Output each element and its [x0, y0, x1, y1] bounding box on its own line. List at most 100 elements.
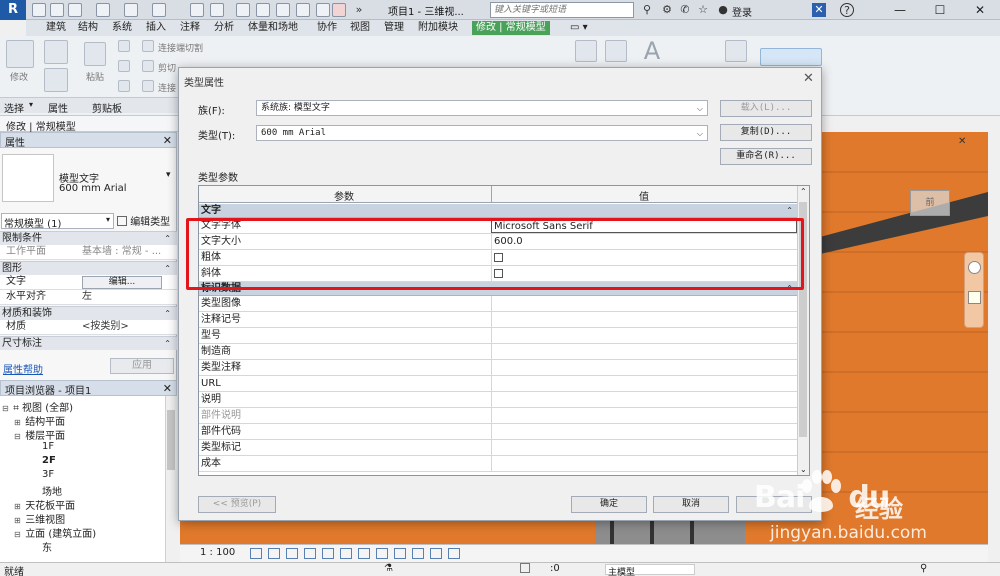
- show-icon[interactable]: [605, 40, 627, 62]
- sun-path-icon[interactable]: [286, 548, 298, 559]
- panel-select-dropdown-icon[interactable]: ▾: [29, 100, 33, 109]
- panel-select-label[interactable]: 选择: [4, 100, 24, 115]
- maximize-button[interactable]: ☐: [920, 0, 960, 20]
- qat-overflow-icon[interactable]: »: [352, 3, 366, 17]
- print-icon[interactable]: [152, 3, 166, 17]
- tree-item-3d-views[interactable]: ⊞ 三维视图: [14, 511, 65, 526]
- connect-cut-label[interactable]: 连接端切割: [158, 41, 203, 54]
- close-icon[interactable]: ✕: [803, 71, 814, 86]
- param-value[interactable]: [491, 360, 797, 375]
- expand-toggle-icon[interactable]: ⊞: [14, 418, 22, 427]
- cut-label[interactable]: 剪切: [158, 61, 176, 74]
- copy-icon[interactable]: [118, 60, 130, 72]
- collapse-icon[interactable]: ⌃: [164, 337, 171, 351]
- view-cube-tool-icon[interactable]: [575, 40, 597, 62]
- tab-architecture[interactable]: 建筑: [42, 21, 70, 35]
- close-window-button[interactable]: ✕: [960, 0, 1000, 20]
- collapse-toggle-icon[interactable]: ⊟: [14, 432, 22, 441]
- param-value[interactable]: [491, 392, 797, 407]
- filter-icon[interactable]: ⚲: [920, 563, 927, 574]
- undo-icon[interactable]: [96, 3, 110, 17]
- collapse-toggle-icon[interactable]: ⊟: [2, 404, 10, 413]
- render-icon[interactable]: [322, 548, 334, 559]
- section-text[interactable]: 文字 ⌃: [199, 204, 797, 218]
- favorites-star-icon[interactable]: ☆: [696, 3, 710, 17]
- tab-massing-site[interactable]: 体量和场地: [244, 21, 302, 35]
- tab-view[interactable]: 视图: [346, 21, 374, 35]
- edit-text-button[interactable]: 编辑...: [82, 276, 162, 289]
- binoculars-icon[interactable]: ⚲: [640, 3, 654, 17]
- minimize-button[interactable]: —: [880, 0, 920, 20]
- param-value[interactable]: [491, 344, 797, 359]
- param-value[interactable]: [491, 424, 797, 439]
- tab-systems[interactable]: 系统: [108, 21, 136, 35]
- param-row-url[interactable]: URL: [199, 376, 797, 392]
- view-cube[interactable]: 前: [910, 190, 950, 216]
- collapse-icon[interactable]: ⌃: [164, 307, 171, 321]
- param-value[interactable]: [491, 296, 797, 311]
- preview-button[interactable]: << 预览(P): [198, 496, 276, 513]
- tab-modify-generic-model[interactable]: 修改 | 常规模型: [472, 21, 550, 35]
- param-row-cost[interactable]: 成本: [199, 456, 797, 472]
- modify-arrow-icon[interactable]: [6, 40, 34, 68]
- tab-addins[interactable]: 附加模块: [414, 21, 462, 35]
- collapse-toggle-icon[interactable]: ⊟: [14, 530, 22, 539]
- cut-scissors-icon[interactable]: [118, 40, 130, 52]
- measure-icon[interactable]: [190, 3, 204, 17]
- type-selector-dropdown-icon[interactable]: ▾: [166, 170, 171, 180]
- row-material[interactable]: 材质 <按类别>: [0, 320, 177, 335]
- join-label[interactable]: 连接: [158, 81, 176, 94]
- detail-level-icon[interactable]: [250, 548, 262, 559]
- worksets-icon[interactable]: ⚗: [384, 563, 393, 574]
- load-button[interactable]: 载入(L)...: [720, 100, 812, 117]
- tree-item-views[interactable]: ⊟ ⌗ 视图 (全部): [2, 399, 73, 414]
- sync-icon[interactable]: [68, 3, 82, 17]
- section-graphics[interactable]: 图形 ⌃: [0, 261, 177, 275]
- subscription-icon[interactable]: ⚙: [660, 3, 674, 17]
- browser-scroll-thumb[interactable]: [167, 410, 175, 470]
- properties-icon[interactable]: [44, 40, 68, 64]
- halign-value[interactable]: 左: [82, 290, 92, 304]
- collapse-icon[interactable]: ⌃: [164, 262, 171, 276]
- edit-type-button[interactable]: 编辑类型: [117, 213, 170, 228]
- apply-button[interactable]: 应用: [110, 358, 174, 374]
- collapse-icon[interactable]: ⌃: [786, 204, 793, 218]
- duplicate-button[interactable]: 复制(D)...: [720, 124, 812, 141]
- login-link[interactable]: 登录: [732, 4, 752, 19]
- close-icon[interactable]: ✕: [163, 382, 172, 395]
- row-horizontal-align[interactable]: 水平对齐 左: [0, 290, 177, 305]
- tab-structure[interactable]: 结构: [74, 21, 102, 35]
- text-a-icon[interactable]: A: [640, 38, 664, 64]
- param-row-manufacturer[interactable]: 制造商: [199, 344, 797, 360]
- tree-item-3f[interactable]: 3F: [42, 469, 54, 480]
- help-icon[interactable]: ?: [840, 3, 854, 17]
- param-row-description[interactable]: 说明: [199, 392, 797, 408]
- tab-annotate[interactable]: 注释: [176, 21, 204, 35]
- reveal-hidden-icon[interactable]: [412, 548, 424, 559]
- worksharing-icon[interactable]: [430, 548, 442, 559]
- app-menu-button[interactable]: R: [0, 0, 26, 20]
- param-row-keynote[interactable]: 注释记号: [199, 312, 797, 328]
- save-icon[interactable]: [50, 3, 64, 17]
- param-row-type-mark[interactable]: 类型标记: [199, 440, 797, 456]
- type-properties-icon[interactable]: [44, 68, 68, 92]
- param-value[interactable]: [491, 440, 797, 455]
- join-icon[interactable]: [142, 80, 154, 92]
- zoom-icon[interactable]: [968, 291, 981, 304]
- tree-item-floor-plans[interactable]: ⊟ 楼层平面: [14, 427, 65, 442]
- visual-style-icon[interactable]: [268, 548, 280, 559]
- viewport-vertical-scrollbar[interactable]: [988, 132, 1000, 562]
- close-inactive-icon[interactable]: [332, 3, 346, 17]
- match-properties-icon[interactable]: [118, 80, 130, 92]
- navigation-bar[interactable]: [964, 252, 984, 328]
- section-icon[interactable]: [296, 3, 310, 17]
- exchange-apps-icon[interactable]: ✕: [812, 3, 826, 17]
- tree-item-site[interactable]: 场地: [42, 483, 62, 498]
- tree-item-elevations[interactable]: ⊟ 立面 (建筑立面): [14, 525, 96, 540]
- paste-icon[interactable]: [84, 42, 106, 66]
- param-row-type-comments[interactable]: 类型注释: [199, 360, 797, 376]
- tree-item-1f[interactable]: 1F: [42, 441, 54, 452]
- ok-button[interactable]: 确定: [571, 496, 647, 513]
- analytical-model-icon[interactable]: [448, 548, 460, 559]
- close-icon[interactable]: ✕: [163, 134, 172, 147]
